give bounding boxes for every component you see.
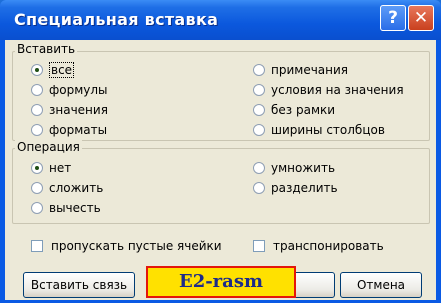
radio-paste-all[interactable]: все	[31, 62, 75, 78]
radio-unchecked-icon	[253, 182, 265, 194]
radio-paste-comments-label: примечания	[271, 63, 349, 77]
radio-paste-values[interactable]: значения	[31, 102, 108, 118]
radio-op-add[interactable]: сложить	[31, 180, 103, 196]
paste-special-dialog: Специальная вставка ? ✕ Вставить все фор…	[0, 0, 441, 303]
radio-paste-all-label: все	[49, 62, 75, 78]
radio-op-none[interactable]: нет	[31, 160, 71, 176]
checkbox-unchecked-icon	[31, 240, 43, 252]
dialog-title: Специальная вставка	[14, 10, 219, 29]
radio-paste-no-borders[interactable]: без рамки	[253, 102, 335, 118]
skip-blanks-label: пропускать пустые ячейки	[51, 239, 222, 253]
radio-paste-validation-label: условия на значения	[271, 83, 404, 97]
radio-unchecked-icon	[253, 104, 265, 116]
checkbox-unchecked-icon	[253, 240, 265, 252]
radio-paste-comments[interactable]: примечания	[253, 62, 348, 78]
radio-op-subtract-label: вычесть	[49, 201, 101, 215]
radio-unchecked-icon	[31, 124, 43, 136]
title-bar[interactable]: Специальная вставка ? ✕	[0, 0, 441, 40]
radio-op-divide[interactable]: разделить	[253, 180, 338, 196]
radio-unchecked-icon	[253, 124, 265, 136]
radio-checked-icon	[31, 162, 43, 174]
help-button[interactable]: ?	[380, 5, 406, 31]
radio-paste-formulas[interactable]: формулы	[31, 82, 108, 98]
paste-link-button[interactable]: Вставить связь	[23, 272, 135, 298]
transpose-checkbox[interactable]: транспонировать	[253, 238, 384, 254]
radio-op-multiply-label: умножить	[271, 161, 336, 175]
radio-paste-no-borders-label: без рамки	[271, 103, 336, 117]
radio-unchecked-icon	[31, 84, 43, 96]
radio-unchecked-icon	[253, 162, 265, 174]
radio-paste-formulas-label: формулы	[49, 83, 108, 97]
radio-unchecked-icon	[31, 202, 43, 214]
radio-unchecked-icon	[253, 84, 265, 96]
radio-op-none-label: нет	[49, 161, 72, 175]
radio-op-multiply[interactable]: умножить	[253, 160, 335, 176]
radio-checked-icon	[31, 64, 43, 76]
radio-op-add-label: сложить	[49, 181, 104, 195]
radio-op-divide-label: разделить	[271, 181, 338, 195]
dialog-body: Вставить все формулы значения форматы пр…	[5, 40, 436, 300]
radio-unchecked-icon	[31, 182, 43, 194]
figure-caption-label: E2-rasm	[146, 266, 296, 298]
cancel-button[interactable]: Отмена	[340, 272, 422, 298]
radio-paste-column-widths-label: ширины столбцов	[271, 123, 385, 137]
radio-paste-formats[interactable]: форматы	[31, 122, 107, 138]
radio-unchecked-icon	[31, 104, 43, 116]
radio-paste-formats-label: форматы	[49, 123, 108, 137]
close-button[interactable]: ✕	[408, 5, 434, 31]
radio-paste-values-label: значения	[49, 103, 108, 117]
transpose-label: транспонировать	[273, 239, 384, 253]
operation-group-label: Операция	[15, 140, 82, 154]
radio-op-subtract[interactable]: вычесть	[31, 200, 101, 216]
radio-paste-validation[interactable]: условия на значения	[253, 82, 404, 98]
paste-group-label: Вставить	[15, 42, 78, 56]
skip-blanks-checkbox[interactable]: пропускать пустые ячейки	[31, 238, 222, 254]
radio-paste-column-widths[interactable]: ширины столбцов	[253, 122, 385, 138]
radio-unchecked-icon	[253, 64, 265, 76]
